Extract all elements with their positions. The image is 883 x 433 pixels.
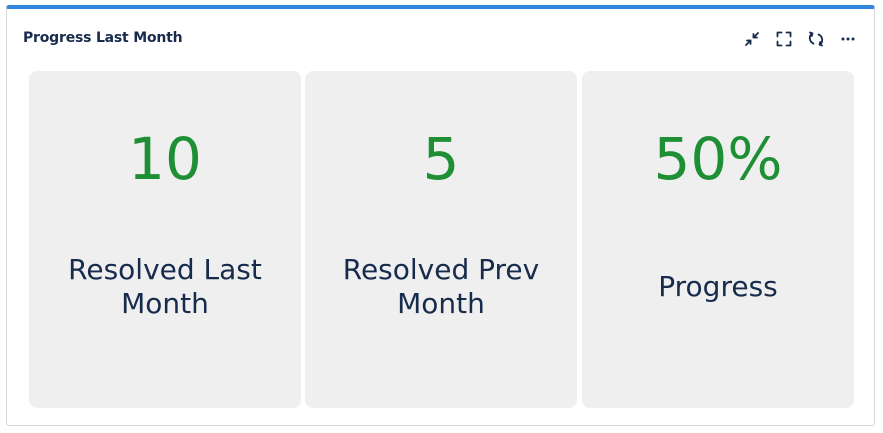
fullscreen-icon	[775, 30, 793, 48]
metric-label: Resolved Prev Month	[342, 253, 540, 320]
refresh-button[interactable]	[804, 27, 828, 51]
refresh-icon	[807, 30, 825, 48]
metric-value: 5	[422, 125, 460, 193]
metric-cards: 10 Resolved Last Month 5 Resolved Prev M…	[29, 71, 854, 408]
widget-toolbar	[740, 27, 860, 51]
metric-label: Progress	[658, 270, 778, 303]
dashboard-widget: Progress Last Month 10 Resolved Last Mon…	[6, 5, 875, 426]
metric-card-resolved-prev-month: 5 Resolved Prev Month	[305, 71, 577, 408]
widget-title: Progress Last Month	[23, 30, 183, 46]
more-icon	[839, 30, 857, 48]
fullscreen-button[interactable]	[772, 27, 796, 51]
metric-value: 50%	[653, 125, 783, 193]
widget-header: Progress Last Month	[7, 9, 874, 65]
collapse-button[interactable]	[740, 27, 764, 51]
collapse-icon	[743, 30, 761, 48]
more-options-button[interactable]	[836, 27, 860, 51]
metric-card-progress: 50% Progress	[582, 71, 854, 408]
metric-label: Resolved Last Month	[68, 253, 262, 320]
metric-value: 10	[128, 125, 202, 193]
metric-card-resolved-last-month: 10 Resolved Last Month	[29, 71, 301, 408]
